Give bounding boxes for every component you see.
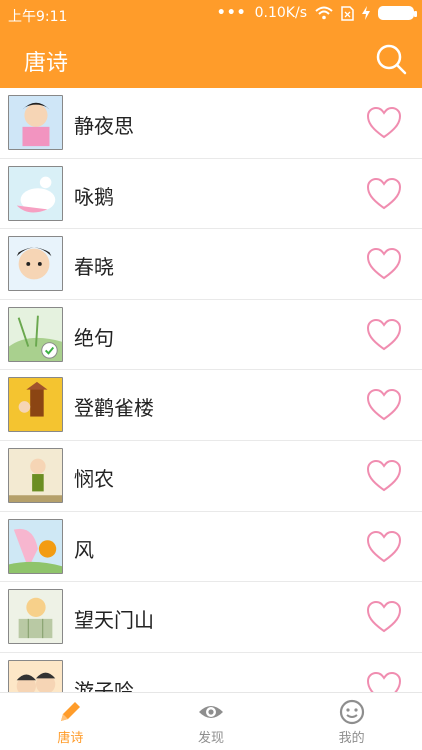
heart-outline-icon[interactable] [366, 600, 402, 634]
wifi-icon [315, 6, 333, 20]
tab-label: 发现 [198, 731, 225, 746]
page-title: 唐诗 [24, 51, 69, 76]
heart-outline-icon[interactable] [366, 671, 402, 692]
signal-dots-icon: ••• [216, 5, 247, 21]
list-item[interactable]: 登鹳雀楼 [0, 370, 422, 441]
status-right: ••• 0.10K/s [216, 5, 417, 21]
tab-tangshi[interactable]: 唐诗 [0, 693, 141, 750]
poem-thumbnail [8, 659, 63, 692]
poem-thumbnail [8, 236, 63, 292]
tab-label: 我的 [338, 731, 365, 746]
list-item[interactable]: 绝句 [0, 300, 422, 371]
poem-thumbnail [8, 589, 63, 645]
tab-discover[interactable]: 发现 [141, 693, 282, 750]
poem-title: 望天门山 [74, 608, 154, 633]
tab-label: 唐诗 [57, 731, 84, 746]
poem-thumbnail [8, 306, 63, 362]
pencil-icon [61, 702, 81, 721]
status-bar: 上午9:11 ••• 0.10K/s [0, 0, 422, 30]
list-item[interactable]: 春晓 [0, 229, 422, 300]
poem-title: 静夜思 [74, 114, 134, 138]
poem-list[interactable]: 静夜思 咏鹅 春晓 绝句 登鹳雀楼 悯农 风 望天门山 游子吟 [0, 88, 422, 692]
charging-icon [362, 6, 370, 20]
list-item[interactable]: 风 [0, 512, 422, 583]
heart-outline-icon[interactable] [366, 247, 402, 281]
search-icon[interactable] [374, 42, 408, 76]
poem-thumbnail [8, 95, 63, 150]
status-time: 上午9:11 [8, 9, 68, 25]
eye-icon [199, 706, 223, 718]
tab-mine[interactable]: 我的 [281, 693, 422, 750]
list-item[interactable]: 游子吟 [0, 653, 422, 692]
list-item[interactable]: 静夜思 [0, 88, 422, 159]
poem-title: 游子吟 [74, 678, 134, 692]
heart-outline-icon[interactable] [366, 106, 402, 140]
poem-title: 绝句 [74, 325, 114, 350]
heart-outline-icon[interactable] [366, 388, 402, 422]
battery-icon [378, 6, 417, 20]
heart-outline-icon[interactable] [366, 459, 402, 493]
poem-title: 咏鹅 [74, 184, 114, 209]
sim-card-icon [341, 5, 354, 21]
network-speed: 0.10K/s [254, 5, 307, 21]
poem-title: 风 [74, 537, 94, 562]
bottom-nav: 唐诗 发现 我的 [0, 692, 422, 750]
heart-outline-icon[interactable] [366, 530, 402, 564]
heart-outline-icon[interactable] [366, 177, 402, 211]
poem-title: 悯农 [74, 466, 114, 491]
list-item[interactable]: 咏鹅 [0, 159, 422, 230]
poem-title: 春晓 [74, 255, 114, 280]
app-header: 唐诗 [0, 30, 422, 88]
poem-title: 登鹳雀楼 [74, 396, 154, 421]
poem-thumbnail [8, 165, 63, 221]
poem-thumbnail [8, 518, 63, 574]
poem-thumbnail [8, 447, 63, 503]
poem-thumbnail [8, 377, 63, 433]
list-item[interactable]: 望天门山 [0, 582, 422, 653]
heart-outline-icon[interactable] [366, 318, 402, 352]
smiley-icon [339, 699, 364, 725]
list-item[interactable]: 悯农 [0, 441, 422, 512]
